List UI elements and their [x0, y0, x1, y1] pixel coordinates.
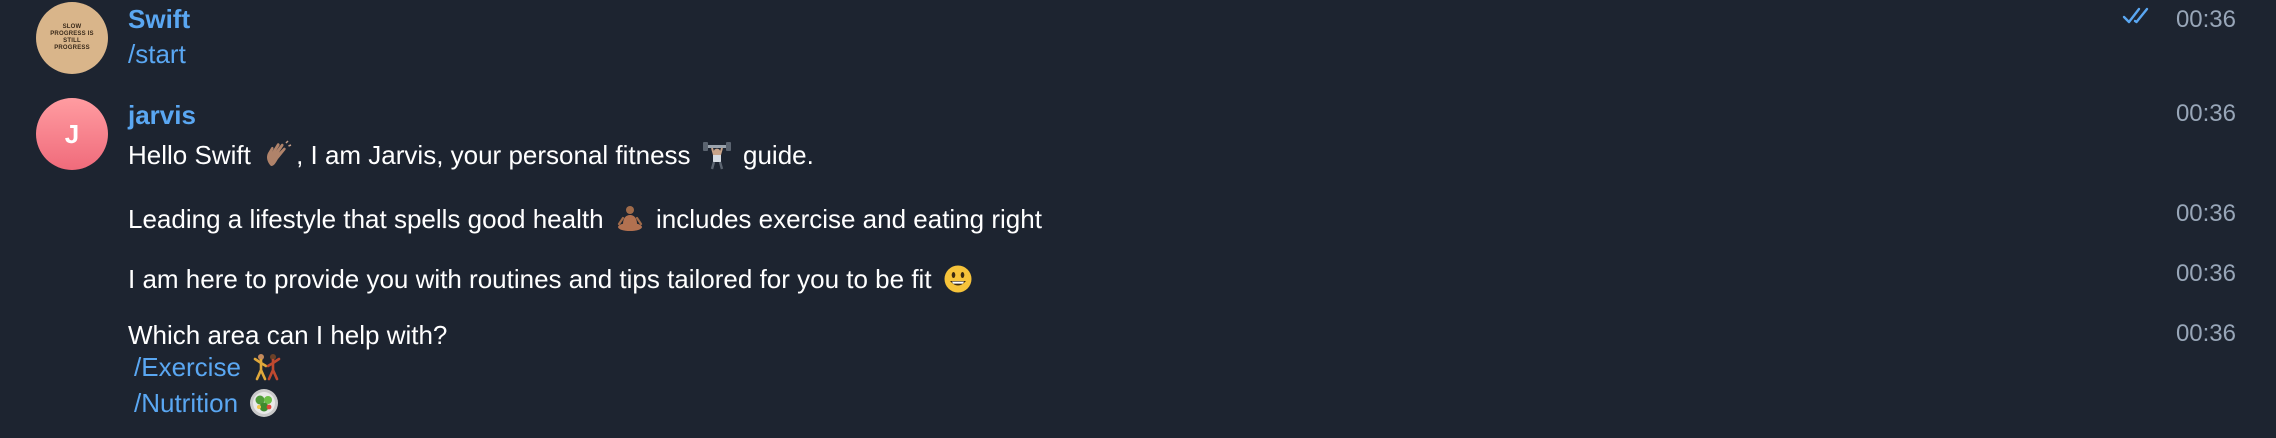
option-nutrition[interactable]: /Nutrition — [134, 388, 283, 419]
smiling-face-emoji — [944, 265, 972, 293]
command-link-nutrition[interactable]: /Nutrition — [134, 388, 238, 418]
salad-emoji — [250, 389, 279, 417]
sender-name[interactable]: jarvis — [128, 100, 196, 131]
text-segment: Hello Swift — [128, 140, 251, 170]
exercise-emoji — [253, 354, 281, 381]
message-time: 00:36 — [2175, 320, 2236, 347]
message-jarvis: J jarvis Hello Swift , I am Jarvis, your… — [0, 0, 2276, 438]
text-segment: includes exercise and eating right — [656, 204, 1042, 234]
option-exercise[interactable]: /Exercise — [134, 352, 286, 383]
command-link-exercise[interactable]: /Exercise — [134, 352, 241, 382]
text-segment: , I am Jarvis, your personal fitness — [296, 140, 691, 170]
text-segment: guide. — [743, 140, 814, 170]
meditation-emoji — [617, 206, 642, 231]
avatar-initial: J — [64, 118, 80, 149]
text-segment: Leading a lifestyle that spells good hea… — [128, 204, 604, 234]
message-text: Hello Swift , I am Jarvis, your personal… — [128, 140, 814, 171]
waving-hand-emoji — [267, 140, 292, 166]
text-segment: I am here to provide you with routines a… — [128, 264, 932, 294]
weightlifter-emoji — [702, 142, 731, 170]
message-time: 00:36 — [2175, 200, 2236, 227]
text-segment: Which area can I help with? — [128, 320, 448, 350]
message-text: I am here to provide you with routines a… — [128, 264, 977, 295]
message-text: Which area can I help with? — [128, 320, 447, 351]
message-time: 00:36 — [2175, 260, 2236, 287]
message-time: 00:36 — [2175, 100, 2236, 127]
avatar-jarvis[interactable]: J — [36, 98, 108, 170]
message-text: Leading a lifestyle that spells good hea… — [128, 204, 1042, 235]
